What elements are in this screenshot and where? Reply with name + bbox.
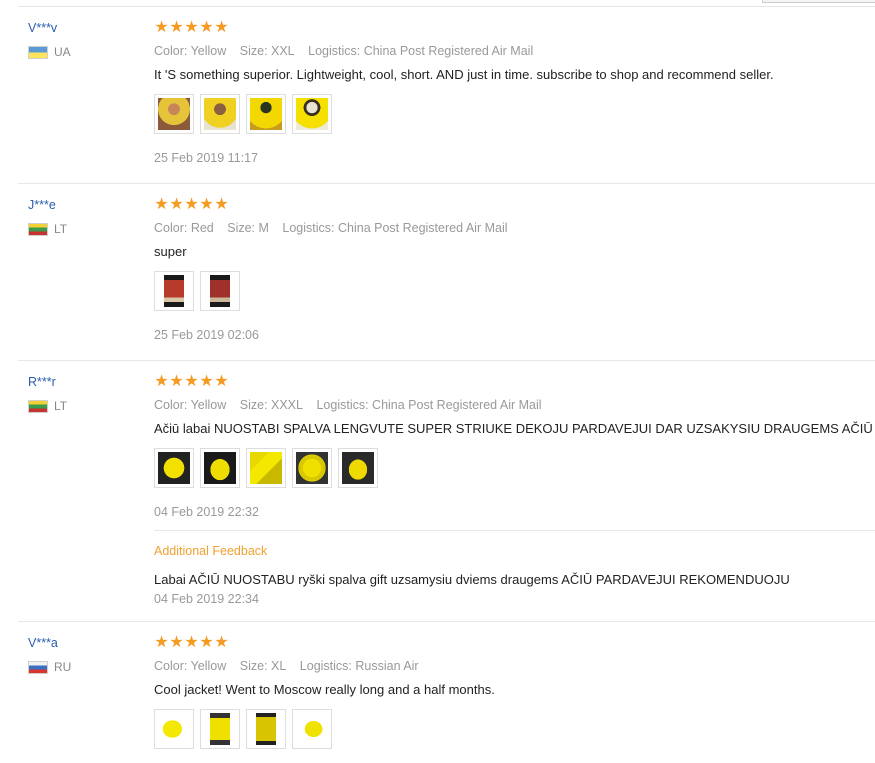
review-text: Ačiū labai NUOSTABI SPALVA LENGVUTE SUPE…: [154, 421, 873, 436]
star-icon: ★: [184, 196, 199, 213]
review-text: Cool jacket! Went to Moscow really long …: [154, 682, 495, 697]
additional-divider: [154, 530, 875, 531]
review-divider: [18, 360, 875, 361]
country-code: LT: [54, 222, 68, 236]
attr-logistics: Logistics: Russian Air: [299, 659, 419, 673]
photo-thumbnail[interactable]: [154, 271, 194, 311]
photo-thumbnail[interactable]: [292, 709, 332, 749]
photo-thumbnail[interactable]: [292, 94, 332, 134]
star-icon: ★: [154, 19, 169, 36]
photo-thumbnail[interactable]: [200, 94, 240, 134]
photo-thumbnail[interactable]: [154, 448, 194, 488]
photo-thumbnail[interactable]: [154, 709, 194, 749]
star-icon: ★: [199, 634, 214, 651]
star-icon: ★: [154, 196, 169, 213]
star-rating: ★ ★ ★ ★ ★: [154, 197, 875, 214]
photo-thumbnail[interactable]: [200, 448, 240, 488]
star-icon: ★: [169, 196, 184, 213]
buyer-country: RU: [28, 660, 148, 674]
attr-size: Size: M: [227, 221, 269, 235]
order-attributes: Color: Yellow Size: XL Logistics: Russia…: [154, 657, 875, 675]
star-icon: ★: [199, 373, 214, 390]
photo-thumbnail[interactable]: [246, 709, 286, 749]
order-attributes: Color: Yellow Size: XXXL Logistics: Chin…: [154, 396, 875, 414]
star-icon: ★: [154, 634, 169, 651]
attr-logistics: Logistics: China Post Registered Air Mai…: [282, 221, 508, 235]
buyer-info: V***v UA: [28, 20, 148, 59]
attr-color: Color: Yellow: [154, 398, 227, 412]
star-icon: ★: [154, 373, 169, 390]
photo-thumbnail[interactable]: [292, 448, 332, 488]
star-icon: ★: [169, 373, 184, 390]
attr-size: Size: XXL: [239, 44, 295, 58]
additional-feedback-text: Labai AČIŪ NUOSTABU ryški spalva gift uz…: [154, 572, 790, 587]
buyer-country: LT: [28, 222, 148, 236]
star-rating: ★ ★ ★ ★ ★: [154, 635, 875, 652]
flag-lt-icon: [28, 222, 48, 236]
attr-color: Color: Red: [154, 221, 214, 235]
flag-ua-icon: [28, 45, 48, 59]
star-rating: ★ ★ ★ ★ ★: [154, 374, 875, 391]
review-divider: [18, 621, 875, 622]
attr-size: Size: XL: [239, 659, 287, 673]
country-code: UA: [54, 45, 71, 59]
photo-thumbnail[interactable]: [200, 709, 240, 749]
star-icon: ★: [199, 196, 214, 213]
review-photos: [154, 271, 875, 311]
review-photos: [154, 709, 875, 749]
attr-color: Color: Yellow: [154, 44, 227, 58]
country-code: LT: [54, 399, 68, 413]
star-icon: ★: [214, 373, 229, 390]
star-icon: ★: [169, 19, 184, 36]
review-photos: [154, 94, 875, 134]
order-attributes: Color: Yellow Size: XXL Logistics: China…: [154, 42, 875, 60]
buyer-country: LT: [28, 399, 148, 413]
attr-logistics: Logistics: China Post Registered Air Mai…: [308, 44, 534, 58]
additional-feedback-label: Additional Feedback: [154, 544, 268, 558]
buyer-country: UA: [28, 45, 148, 59]
review-text: It 'S something superior. Lightweight, c…: [154, 67, 774, 82]
buyer-name-link[interactable]: J***e: [28, 197, 148, 213]
buyer-name-link[interactable]: R***r: [28, 374, 148, 390]
star-icon: ★: [214, 196, 229, 213]
star-icon: ★: [184, 634, 199, 651]
review-content: ★ ★ ★ ★ ★ Color: Red Size: M Logistics: Chin…: [154, 197, 875, 343]
review-photos: [154, 448, 875, 488]
review-date: 25 Feb 2019 11:17: [154, 151, 259, 165]
photo-thumbnail[interactable]: [246, 448, 286, 488]
star-icon: ★: [184, 373, 199, 390]
buyer-info: V***a RU: [28, 635, 148, 674]
order-attributes: Color: Red Size: M Logistics: China Post…: [154, 219, 875, 237]
star-icon: ★: [184, 19, 199, 36]
additional-feedback-date: 04 Feb 2019 22:34: [154, 592, 259, 606]
star-icon: ★: [199, 19, 214, 36]
star-icon: ★: [169, 634, 184, 651]
review-date: 25 Feb 2019 02:06: [154, 328, 259, 342]
attr-logistics: Logistics: China Post Registered Air Mai…: [316, 398, 542, 412]
photo-thumbnail[interactable]: [200, 271, 240, 311]
top-divider: [18, 6, 875, 7]
review-content: ★ ★ ★ ★ ★ Color: Yellow Size: XL Logistics: …: [154, 635, 875, 749]
attr-size: Size: XXXL: [239, 398, 303, 412]
review-divider: [18, 183, 875, 184]
top-control-edge: [762, 0, 875, 3]
review-date: 04 Feb 2019 22:32: [154, 505, 259, 519]
star-rating: ★ ★ ★ ★ ★: [154, 20, 875, 37]
buyer-name-link[interactable]: V***a: [28, 635, 148, 651]
flag-ru-icon: [28, 660, 48, 674]
photo-thumbnail[interactable]: [246, 94, 286, 134]
country-code: RU: [54, 660, 72, 674]
flag-lt-icon: [28, 399, 48, 413]
buyer-info: J***e LT: [28, 197, 148, 236]
star-icon: ★: [214, 634, 229, 651]
review-content: ★ ★ ★ ★ ★ Color: Yellow Size: XXXL Logistics…: [154, 374, 875, 607]
review-text: super: [154, 244, 187, 259]
buyer-name-link[interactable]: V***v: [28, 20, 148, 36]
photo-thumbnail[interactable]: [338, 448, 378, 488]
attr-color: Color: Yellow: [154, 659, 227, 673]
photo-thumbnail[interactable]: [154, 94, 194, 134]
review-content: ★ ★ ★ ★ ★ Color: Yellow Size: XXL Logistics:…: [154, 20, 875, 166]
buyer-info: R***r LT: [28, 374, 148, 413]
star-icon: ★: [214, 19, 229, 36]
